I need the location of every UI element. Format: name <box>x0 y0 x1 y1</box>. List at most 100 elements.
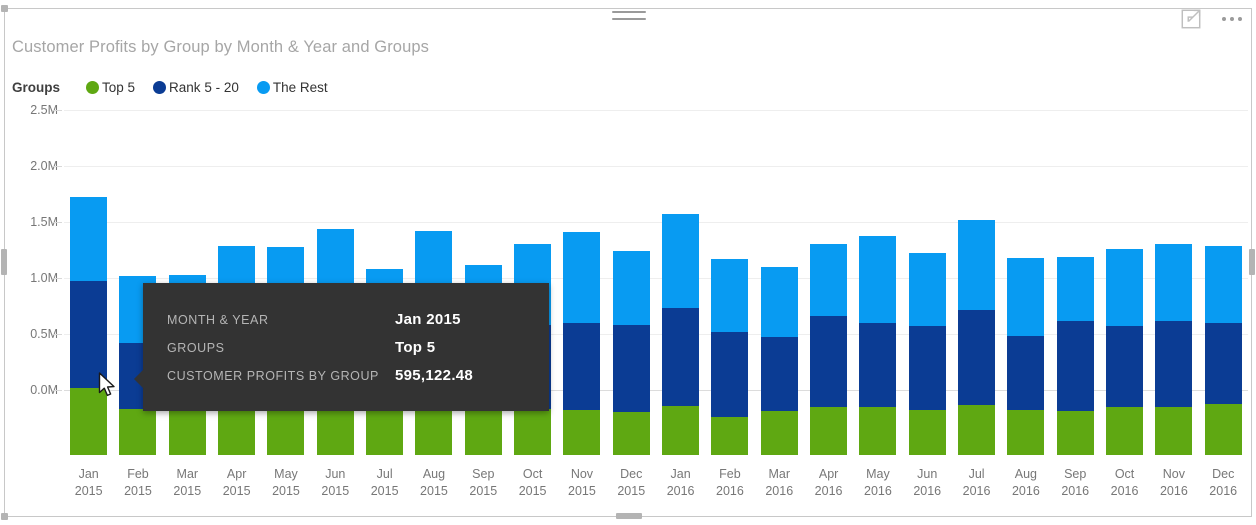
bar-segment[interactable] <box>1205 246 1242 323</box>
x-axis-tick-label[interactable]: Dec2015 <box>607 457 656 517</box>
bar-segment[interactable] <box>1155 321 1192 408</box>
bar-segment[interactable] <box>810 316 847 407</box>
x-axis-tick-label[interactable]: Aug2015 <box>409 457 458 517</box>
bar-column[interactable] <box>952 115 1001 455</box>
bar-column[interactable] <box>705 115 754 455</box>
bar-segment[interactable] <box>859 323 896 408</box>
bar-segment[interactable] <box>218 408 255 455</box>
bar-segment[interactable] <box>613 251 650 324</box>
x-axis-tick-label[interactable]: Sep2016 <box>1051 457 1100 517</box>
x-axis-tick-label[interactable]: Nov2016 <box>1149 457 1198 517</box>
stacked-bar[interactable] <box>810 244 847 455</box>
x-axis-tick-label[interactable]: Feb2015 <box>113 457 162 517</box>
stacked-bar[interactable] <box>1106 249 1143 455</box>
x-axis-tick-label[interactable]: Jun2015 <box>311 457 360 517</box>
legend-item-rank-5-20[interactable]: Rank 5 - 20 <box>153 80 239 95</box>
bar-segment[interactable] <box>1007 258 1044 335</box>
focus-mode-icon[interactable] <box>1180 8 1202 30</box>
bar-column[interactable] <box>656 115 705 455</box>
x-axis-tick-label[interactable]: Mar2016 <box>755 457 804 517</box>
bar-segment[interactable] <box>70 197 107 281</box>
bar-segment[interactable] <box>613 325 650 412</box>
stacked-bar[interactable] <box>662 214 699 455</box>
stacked-bar[interactable] <box>859 236 896 455</box>
bar-segment[interactable] <box>1057 321 1094 411</box>
bar-segment[interactable] <box>662 308 699 406</box>
x-axis-tick-label[interactable]: May2015 <box>261 457 310 517</box>
bar-segment[interactable] <box>662 406 699 455</box>
bar-segment[interactable] <box>514 409 551 455</box>
bar-segment[interactable] <box>366 411 403 455</box>
bar-segment[interactable] <box>1205 323 1242 404</box>
bar-segment[interactable] <box>859 407 896 455</box>
x-axis-tick-label[interactable]: Nov2015 <box>557 457 606 517</box>
x-axis-tick-label[interactable]: Sep2015 <box>459 457 508 517</box>
x-axis-tick-label[interactable]: Oct2016 <box>1100 457 1149 517</box>
bar-segment[interactable] <box>1205 404 1242 455</box>
bar-segment[interactable] <box>1106 326 1143 407</box>
bar-segment[interactable] <box>711 332 748 417</box>
bar-segment[interactable] <box>909 326 946 409</box>
resize-handle-top-left[interactable] <box>1 5 8 12</box>
bar-segment[interactable] <box>119 409 156 455</box>
bar-segment[interactable] <box>810 244 847 316</box>
bar-segment[interactable] <box>317 407 354 455</box>
x-axis-tick-label[interactable]: Jan2015 <box>64 457 113 517</box>
bar-segment[interactable] <box>1057 257 1094 321</box>
stacked-bar[interactable] <box>70 197 107 455</box>
bar-column[interactable] <box>1149 115 1198 455</box>
bar-segment[interactable] <box>613 412 650 455</box>
stacked-bar[interactable] <box>711 259 748 455</box>
bar-segment[interactable] <box>761 411 798 455</box>
bar-column[interactable] <box>557 115 606 455</box>
bar-column[interactable] <box>903 115 952 455</box>
x-axis-tick-label[interactable]: Dec2016 <box>1199 457 1248 517</box>
bar-segment[interactable] <box>1155 407 1192 455</box>
bar-segment[interactable] <box>169 410 206 455</box>
bar-segment[interactable] <box>465 410 502 455</box>
bar-segment[interactable] <box>761 337 798 410</box>
bar-column[interactable] <box>1001 115 1050 455</box>
stacked-bar[interactable] <box>1205 246 1242 455</box>
x-axis-tick-label[interactable]: Apr2015 <box>212 457 261 517</box>
x-axis-tick-label[interactable]: Mar2015 <box>163 457 212 517</box>
bar-segment[interactable] <box>563 232 600 324</box>
x-axis-tick-label[interactable]: Aug2016 <box>1001 457 1050 517</box>
bar-segment[interactable] <box>1007 336 1044 410</box>
legend-item-the-rest[interactable]: The Rest <box>257 80 328 95</box>
x-axis-tick-label[interactable]: Feb2016 <box>705 457 754 517</box>
bar-segment[interactable] <box>711 259 748 332</box>
bar-segment[interactable] <box>1007 410 1044 455</box>
x-axis-tick-label[interactable]: Jul2015 <box>360 457 409 517</box>
bar-segment[interactable] <box>267 409 304 455</box>
bar-segment[interactable] <box>761 267 798 337</box>
stacked-bar[interactable] <box>958 220 995 455</box>
stacked-bar[interactable] <box>1007 258 1044 455</box>
stacked-bar[interactable] <box>613 251 650 455</box>
bar-column[interactable] <box>1199 115 1248 455</box>
legend-item-top-5[interactable]: Top 5 <box>86 80 135 95</box>
bar-segment[interactable] <box>1106 407 1143 455</box>
x-axis-tick-label[interactable]: Oct2015 <box>508 457 557 517</box>
x-axis-tick-label[interactable]: May2016 <box>853 457 902 517</box>
more-options-icon[interactable] <box>1220 8 1244 30</box>
bar-segment[interactable] <box>563 410 600 455</box>
stacked-bar[interactable] <box>1155 244 1192 455</box>
bar-segment[interactable] <box>859 236 896 323</box>
bar-segment[interactable] <box>711 417 748 455</box>
bar-column[interactable] <box>1051 115 1100 455</box>
stacked-bar[interactable] <box>761 267 798 455</box>
bar-segment[interactable] <box>1057 411 1094 455</box>
bar-column[interactable] <box>1100 115 1149 455</box>
bar-column[interactable] <box>804 115 853 455</box>
drag-grip-icon[interactable] <box>612 11 646 25</box>
x-axis-tick-label[interactable]: Jul2016 <box>952 457 1001 517</box>
bar-segment[interactable] <box>958 310 995 405</box>
stacked-bar[interactable] <box>1057 257 1094 455</box>
stacked-bar[interactable] <box>909 253 946 455</box>
bar-segment[interactable] <box>958 220 995 310</box>
bar-segment[interactable] <box>662 214 699 308</box>
bar-column[interactable] <box>755 115 804 455</box>
bar-segment[interactable] <box>909 253 946 326</box>
bar-segment[interactable] <box>563 323 600 409</box>
